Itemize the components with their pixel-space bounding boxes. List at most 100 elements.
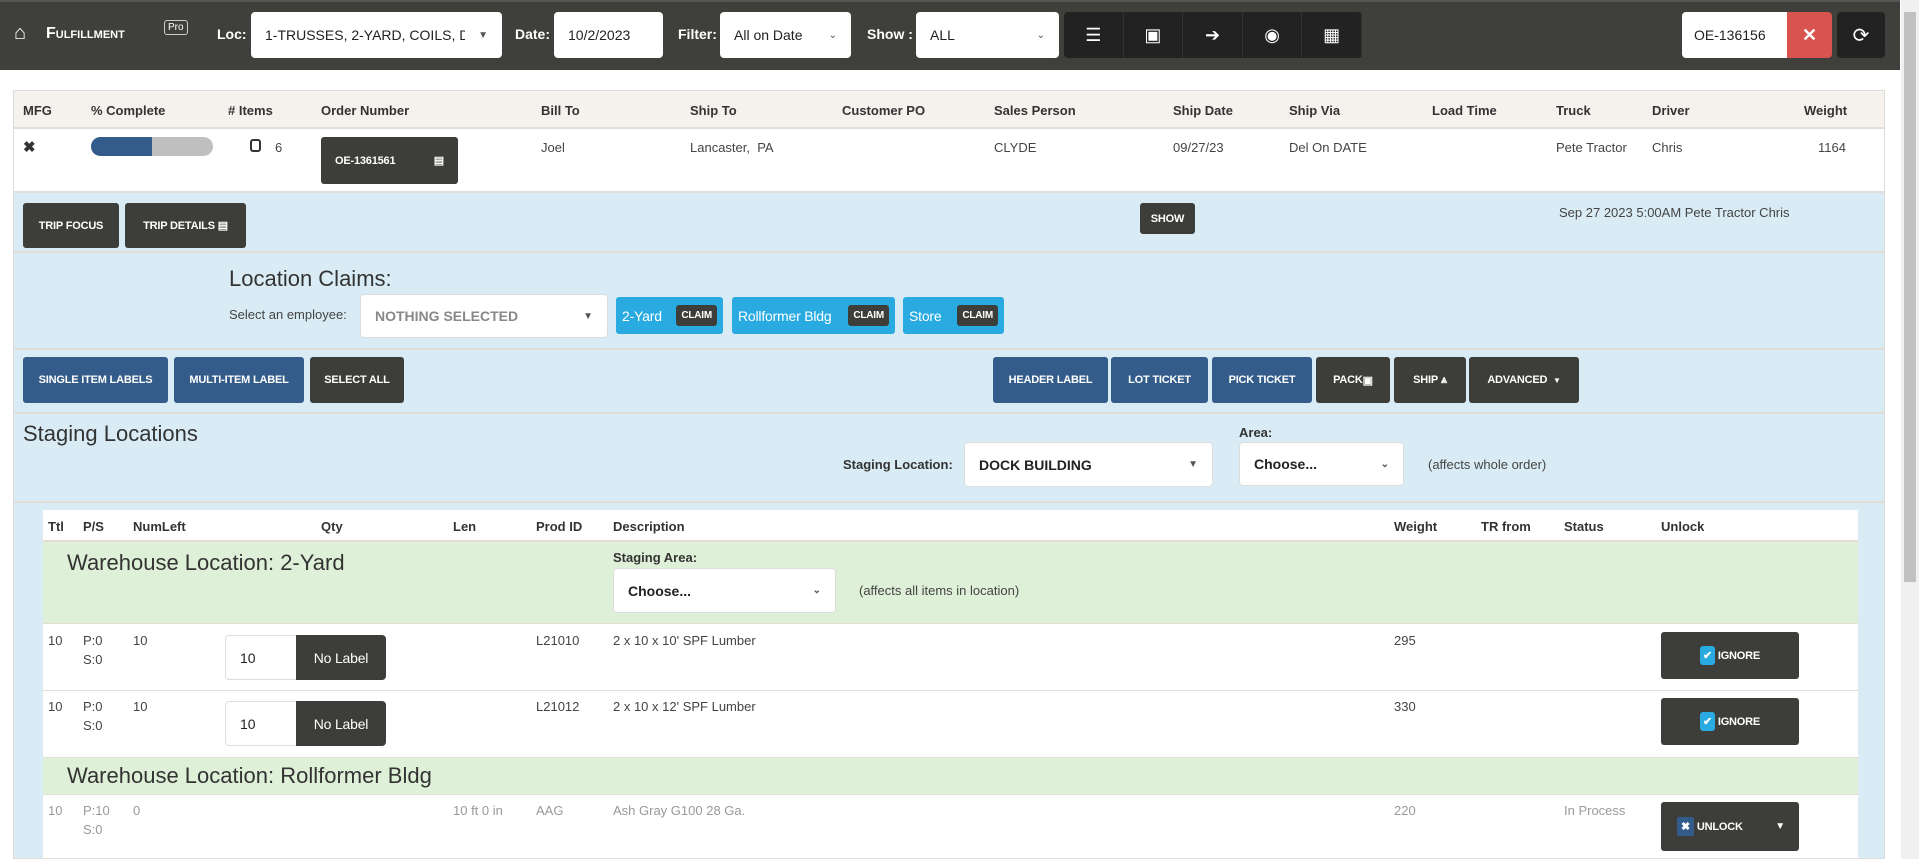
col-shipdate: Ship Date: [1173, 103, 1233, 118]
show-button[interactable]: SHOW: [1140, 203, 1195, 234]
bill-to: Joel: [541, 140, 565, 155]
sign-in-icon[interactable]: ➔: [1183, 12, 1243, 58]
ship-via: Del On DATE: [1289, 140, 1367, 155]
weight: 1164: [1818, 140, 1846, 155]
pick-ticket-button[interactable]: PICK TICKET: [1212, 357, 1312, 403]
staging-location-select[interactable]: DOCK BUILDING ▼: [964, 442, 1213, 487]
length: 10 ft 0 in: [453, 803, 503, 818]
scrollbar[interactable]: [1901, 0, 1919, 859]
claim-rollformer-button[interactable]: Rollformer Bldg CLAIM: [732, 297, 895, 334]
staging-area-select[interactable]: Choose... ⌄: [613, 568, 836, 613]
ttl: 10: [48, 699, 63, 714]
filter-select[interactable]: All on Date ⌄: [720, 12, 851, 58]
ship-label: SHIP: [1413, 374, 1438, 386]
boxes-icon[interactable]: ▦: [1302, 12, 1362, 58]
pack-label: PACK: [1333, 374, 1363, 386]
claim-2-yard-button[interactable]: 2-Yard CLAIM: [616, 297, 723, 334]
unlock-button[interactable]: ✖ UNLOCK ▼: [1661, 802, 1799, 851]
trip-details-button[interactable]: TRIP DETAILS ▤: [125, 203, 246, 248]
order-number-button[interactable]: OE-1361561 ▤: [321, 137, 458, 184]
show-value: ALL: [930, 27, 955, 43]
clear-search-button[interactable]: ✕: [1787, 12, 1832, 58]
advanced-label: ADVANCED: [1487, 374, 1548, 386]
col-numleft: NumLeft: [133, 519, 186, 534]
claim-store-button[interactable]: Store CLAIM: [903, 297, 1004, 334]
dashboard-icon[interactable]: ◉: [1243, 12, 1303, 58]
col-shipvia: Ship Via: [1289, 103, 1341, 118]
col-ttl: Ttl: [48, 519, 64, 534]
staging-area-note: (affects all items in location): [859, 583, 1020, 598]
col-mfg: MFG: [23, 103, 52, 118]
col-unlock: Unlock: [1661, 519, 1705, 534]
loc-label: Loc:: [217, 26, 247, 42]
employee-select[interactable]: NOTHING SELECTED ▼: [360, 294, 608, 338]
select-all-button[interactable]: SELECT ALL: [310, 357, 404, 403]
no-label-button[interactable]: No Label: [296, 701, 386, 746]
ship-to: Lancaster, PA: [690, 140, 774, 155]
item-weight: 220: [1394, 803, 1416, 818]
picked: P:10: [83, 803, 110, 818]
x-icon: ✖: [1677, 817, 1695, 836]
date-input[interactable]: 10/2/2023: [554, 12, 663, 58]
trip-focus-button[interactable]: TRIP FOCUS: [23, 203, 119, 248]
progress-bar: [91, 137, 213, 156]
refresh-icon[interactable]: ⟳: [1837, 12, 1885, 58]
area-note: (affects whole order): [1428, 457, 1547, 472]
col-sales: Sales Person: [994, 103, 1076, 118]
driver: Chris: [1652, 140, 1683, 155]
show-select[interactable]: ALL ⌄: [916, 12, 1059, 58]
area-select[interactable]: Choose... ⌄: [1239, 442, 1404, 486]
location-group-title: Warehouse Location: 2-Yard: [67, 550, 345, 575]
single-item-labels-button[interactable]: SINGLE ITEM LABELS: [23, 357, 168, 403]
header-label-button[interactable]: HEADER LABEL: [993, 357, 1108, 403]
app-title: Fulfillment: [46, 25, 125, 42]
prod-id: AAG: [536, 803, 564, 818]
staging-area-value: Choose...: [628, 582, 692, 599]
employee-select-label: Select an employee:: [229, 307, 347, 322]
ignore-button[interactable]: ✔ IGNORE: [1661, 632, 1799, 679]
sliders-icon[interactable]: ☰: [1064, 12, 1124, 58]
caret-down-icon: ▼: [1552, 375, 1561, 385]
toolbar-icon-group: ☰ ▣ ➔ ◉ ▦: [1064, 12, 1362, 58]
items-count: 6: [275, 140, 283, 155]
staged: S:0: [83, 652, 103, 667]
ignore-button[interactable]: ✔ IGNORE: [1661, 698, 1799, 745]
filter-value: All on Date: [734, 27, 803, 43]
claim-badge: CLAIM: [957, 305, 998, 326]
progress-fill: [91, 137, 152, 156]
col-items: # Items: [228, 103, 273, 118]
copy-icon: ▤: [433, 155, 444, 167]
picked: P:0: [83, 699, 103, 714]
caret-down-icon: ▼: [1188, 459, 1198, 470]
show-label: Show :: [867, 26, 913, 42]
prod-id: L21010: [536, 633, 580, 648]
claim-location: Rollformer Bldg: [738, 307, 832, 324]
pack-button[interactable]: PACK ▣: [1316, 357, 1390, 403]
ship-button[interactable]: SHIP ⩓: [1394, 357, 1466, 403]
check-icon: ✔: [1699, 646, 1715, 665]
loc-select[interactable]: 1-TRUSSES, 2-YARD, COILS, D ▼: [251, 12, 502, 58]
home-icon[interactable]: ⌂: [14, 22, 26, 45]
multi-item-label-button[interactable]: MULTI-ITEM LABEL: [174, 357, 304, 403]
claim-badge: CLAIM: [676, 305, 717, 326]
no-label-button[interactable]: No Label: [296, 635, 386, 680]
mfg-x-icon[interactable]: ✖: [23, 138, 36, 156]
caret-down-icon[interactable]: ▼: [1775, 821, 1785, 832]
order-search-input[interactable]: OE-136156: [1682, 12, 1787, 58]
qty-value: 10: [240, 649, 256, 666]
loc-value: 1-TRUSSES, 2-YARD, COILS, D: [265, 27, 465, 43]
inbox-icon[interactable]: ▣: [1124, 12, 1184, 58]
date-value: 10/2/2023: [568, 27, 631, 43]
qty-input[interactable]: 10: [225, 701, 297, 746]
col-qty: Qty: [321, 519, 343, 534]
search-value: OE-136156: [1694, 27, 1766, 43]
checkbox-icon[interactable]: [250, 139, 261, 152]
col-item-weight: Weight: [1394, 519, 1438, 534]
lot-ticket-button[interactable]: LOT TICKET: [1111, 357, 1208, 403]
chevron-down-icon: ⌄: [1036, 29, 1045, 41]
advanced-dropdown-button[interactable]: ADVANCED ▼: [1469, 357, 1579, 403]
road-icon: ⩓: [1440, 373, 1447, 386]
qty-input[interactable]: 10: [225, 635, 297, 680]
numleft: 10: [133, 699, 148, 714]
col-status: Status: [1564, 519, 1604, 534]
